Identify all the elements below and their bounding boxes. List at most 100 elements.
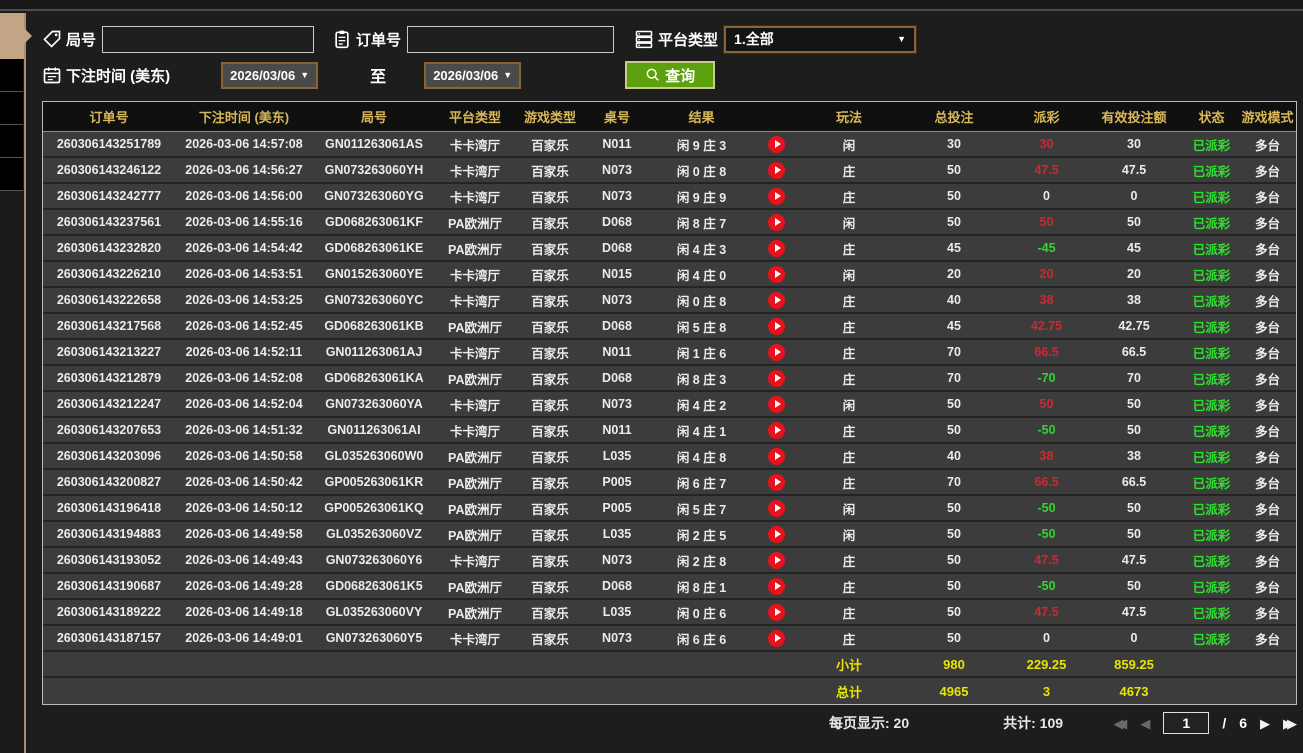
side-tab-2[interactable] [0, 92, 23, 125]
side-tab-4[interactable] [0, 158, 23, 191]
replay-play-icon[interactable] [768, 500, 785, 517]
round-id-input[interactable] [102, 26, 314, 53]
cell-round-id: GL035263060W0 [313, 449, 435, 463]
replay-play-icon[interactable] [768, 136, 785, 153]
replay-play-icon[interactable] [768, 370, 785, 387]
cell-game-mode: 多台 [1239, 135, 1296, 154]
replay-play-icon[interactable] [768, 344, 785, 361]
platform-type-icon [634, 29, 654, 49]
replay-play-icon[interactable] [768, 214, 785, 231]
cell-game-mode: 多台 [1239, 421, 1296, 440]
replay-play-icon[interactable] [768, 396, 785, 413]
cell-replay [754, 214, 799, 231]
replay-play-icon[interactable] [768, 292, 785, 309]
cell-game-mode: 多台 [1239, 577, 1296, 596]
cell-replay [754, 266, 799, 283]
cell-round-id: GD068263061KB [313, 319, 435, 333]
replay-play-icon[interactable] [768, 526, 785, 543]
cell-game-mode: 多台 [1239, 447, 1296, 466]
table-footer: 每页显示: 20 共计: 109 ◀◀ ◀ 1 / 6 ▶ ▶▶ [42, 705, 1297, 741]
cell-game-mode: 多台 [1239, 369, 1296, 388]
cell-payout: 0 [1009, 631, 1084, 645]
date-from-picker[interactable]: 2026/03/06 ▼ [221, 62, 318, 89]
cell-game-type: 百家乐 [515, 577, 585, 596]
cell-order-id: 260306143217568 [43, 319, 175, 333]
table-body: 260306143251789 2026-03-06 14:57:08 GN01… [43, 132, 1296, 652]
cell-game-type: 百家乐 [515, 395, 585, 414]
replay-play-icon[interactable] [768, 578, 785, 595]
table-row: 260306143200827 2026-03-06 14:50:42 GP00… [43, 470, 1296, 496]
column-header-6: 结果 [649, 107, 754, 126]
cell-total-bet: 45 [899, 241, 1009, 255]
bet-time-label: 下注时间 (美东) [66, 65, 170, 86]
query-button[interactable]: 查询 [625, 61, 715, 89]
replay-play-icon[interactable] [768, 604, 785, 621]
cell-total-bet: 70 [899, 345, 1009, 359]
table-row: 260306143212247 2026-03-06 14:52:04 GN07… [43, 392, 1296, 418]
page-separator: / [1222, 715, 1226, 731]
cell-total-bet: 40 [899, 293, 1009, 307]
cell-bet-time: 2026-03-06 14:52:45 [175, 319, 313, 333]
replay-play-icon[interactable] [768, 266, 785, 283]
table-row: 260306143207653 2026-03-06 14:51:32 GN01… [43, 418, 1296, 444]
cell-play-type: 庄 [799, 161, 899, 180]
cell-valid-bet: 50 [1084, 397, 1184, 411]
cell-payout: 50 [1009, 215, 1084, 229]
cell-replay [754, 604, 799, 621]
platform-type-select[interactable]: 1.全部 ▼ [724, 26, 916, 53]
cell-platform-type: PA欧洲厅 [435, 499, 515, 518]
cell-table-id: D068 [585, 215, 649, 229]
cell-replay [754, 422, 799, 439]
cell-result: 闲 4 庄 8 [649, 447, 754, 466]
replay-play-icon[interactable] [768, 318, 785, 335]
first-page-icon[interactable]: ◀◀ [1113, 717, 1127, 730]
replay-play-icon[interactable] [768, 630, 785, 647]
cell-replay [754, 578, 799, 595]
side-tab-active[interactable] [0, 13, 24, 59]
cell-bet-time: 2026-03-06 14:49:01 [175, 631, 313, 645]
replay-play-icon[interactable] [768, 552, 785, 569]
current-page-input[interactable]: 1 [1163, 712, 1209, 734]
date-range-to-label: 至 [370, 63, 386, 87]
replay-play-icon[interactable] [768, 448, 785, 465]
date-to-picker[interactable]: 2026/03/06 ▼ [424, 62, 521, 89]
replay-play-icon[interactable] [768, 240, 785, 257]
side-tab-1[interactable] [0, 59, 23, 92]
cell-play-type: 庄 [799, 317, 899, 336]
cell-platform-type: 卡卡湾厅 [435, 421, 515, 440]
cell-total-bet: 50 [899, 215, 1009, 229]
cell-game-mode: 多台 [1239, 161, 1296, 180]
date-from-value: 2026/03/06 [230, 68, 295, 83]
cell-replay [754, 136, 799, 153]
cell-replay [754, 344, 799, 361]
cell-game-type: 百家乐 [515, 343, 585, 362]
cell-platform-type: PA欧洲厅 [435, 213, 515, 232]
replay-play-icon[interactable] [768, 422, 785, 439]
cell-game-mode: 多台 [1239, 291, 1296, 310]
prev-page-icon[interactable]: ◀ [1140, 717, 1150, 730]
cell-total-bet: 50 [899, 631, 1009, 645]
cell-payout: 47.5 [1009, 605, 1084, 619]
order-id-input[interactable] [407, 26, 614, 53]
next-page-icon[interactable]: ▶ [1260, 717, 1270, 730]
side-tab-3[interactable] [0, 125, 23, 158]
cell-valid-bet: 70 [1084, 371, 1184, 385]
replay-play-icon[interactable] [768, 162, 785, 179]
replay-play-icon[interactable] [768, 188, 785, 205]
cell-status: 已派彩 [1184, 525, 1239, 544]
cell-payout: 42.75 [1009, 319, 1084, 333]
cell-result: 闲 0 庄 6 [649, 603, 754, 622]
cell-platform-type: 卡卡湾厅 [435, 629, 515, 648]
cell-table-id: D068 [585, 371, 649, 385]
cell-game-mode: 多台 [1239, 499, 1296, 518]
cell-payout: 66.5 [1009, 475, 1084, 489]
last-page-icon[interactable]: ▶▶ [1283, 717, 1297, 730]
column-header-10: 派彩 [1009, 107, 1084, 126]
cell-play-type: 庄 [799, 447, 899, 466]
replay-play-icon[interactable] [768, 474, 785, 491]
cell-valid-bet: 66.5 [1084, 345, 1184, 359]
cell-play-type: 闲 [799, 135, 899, 154]
cell-table-id: P005 [585, 475, 649, 489]
cell-game-mode: 多台 [1239, 239, 1296, 258]
cell-round-id: GD068263061KF [313, 215, 435, 229]
